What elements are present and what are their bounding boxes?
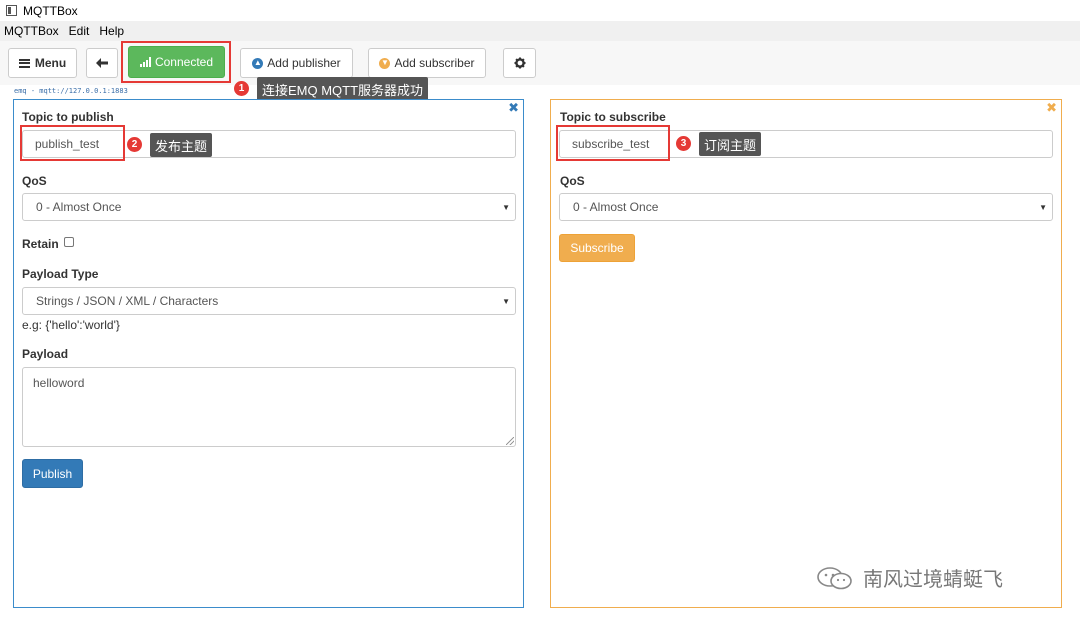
annotation-badge-2: 2 xyxy=(127,137,142,152)
chevron-down-icon: ▼ xyxy=(502,297,510,306)
add-subscriber-label: Add subscriber xyxy=(394,56,475,70)
payload-hint: e.g: {'hello':'world'} xyxy=(22,318,120,332)
payload-label: Payload xyxy=(22,347,69,361)
connected-button[interactable]: Connected xyxy=(128,46,225,78)
publish-qos-label: QoS xyxy=(22,174,47,188)
publish-topic-label: Topic to publish xyxy=(22,110,114,124)
arrow-down-circle-icon: ▼ xyxy=(379,57,391,69)
arrow-left-icon xyxy=(96,58,108,68)
annotation-badge-1: 1 xyxy=(234,81,249,96)
retain-label: Retain xyxy=(22,237,59,251)
publish-qos-value: 0 - Almost Once xyxy=(36,200,122,214)
chevron-down-icon: ▼ xyxy=(502,203,510,212)
subscribe-qos-select[interactable]: 0 - Almost Once ▼ xyxy=(559,193,1053,221)
annotation-callout-3: 订阅主题 xyxy=(699,132,762,156)
payload-textarea[interactable]: helloword xyxy=(22,367,516,447)
annotation-callout-1: 连接EMQ MQTT服务器成功 xyxy=(257,77,429,101)
menu-edit[interactable]: Edit xyxy=(68,24,91,38)
subscribe-topic-label: Topic to subscribe xyxy=(560,110,666,124)
resize-grip-icon[interactable] xyxy=(506,437,514,445)
watermark-text: 南风过境蜻蜓飞 xyxy=(863,569,1003,591)
annotation-badge-3: 3 xyxy=(676,136,691,151)
payload-type-select[interactable]: Strings / JSON / XML / Characters ▼ xyxy=(22,287,516,315)
subscribe-qos-label: QoS xyxy=(560,174,585,188)
payload-value: helloword xyxy=(33,376,85,390)
subscribe-button[interactable]: Subscribe xyxy=(559,234,635,262)
menu-button[interactable]: Menu xyxy=(8,48,77,78)
back-button[interactable] xyxy=(86,48,118,78)
close-subscriber-icon[interactable]: ✖ xyxy=(1046,101,1057,114)
publish-topic-input[interactable]: publish_test xyxy=(22,130,516,158)
publish-button[interactable]: Publish xyxy=(22,459,83,488)
subscribe-qos-value: 0 - Almost Once xyxy=(573,200,659,214)
window-title: MQTTBox xyxy=(23,3,78,18)
retain-checkbox[interactable] xyxy=(64,237,74,247)
signal-icon xyxy=(139,57,152,67)
payload-type-value: Strings / JSON / XML / Characters xyxy=(36,294,219,308)
connected-button-label: Connected xyxy=(154,55,214,69)
add-publisher-button[interactable]: ▲ Add publisher xyxy=(240,48,353,78)
publisher-panel: ✖ Topic to publish publish_test QoS 0 - … xyxy=(13,99,524,608)
arrow-up-circle-icon: ▲ xyxy=(252,57,264,69)
chevron-down-icon: ▼ xyxy=(1039,203,1047,212)
gear-icon xyxy=(514,57,525,69)
app-icon xyxy=(6,5,17,16)
menu-button-label: Menu xyxy=(34,56,67,70)
add-publisher-label: Add publisher xyxy=(267,56,341,70)
menu-help[interactable]: Help xyxy=(98,24,125,38)
wechat-icon xyxy=(817,566,852,589)
close-publisher-icon[interactable]: ✖ xyxy=(508,101,519,114)
watermark: 南风过境蜻蜓飞 xyxy=(815,563,1003,592)
menu-mqttbox[interactable]: MQTTBox xyxy=(3,24,60,38)
annotation-callout-2: 发布主题 xyxy=(150,133,213,157)
window-titlebar: MQTTBox xyxy=(0,0,1080,21)
menubar: MQTTBox Edit Help xyxy=(0,21,1080,41)
subscribe-topic-input[interactable]: subscribe_test xyxy=(559,130,1053,158)
toolbar: Menu Connected ▲ Add publisher ▼ Add sub… xyxy=(0,41,1080,85)
connection-label: emq - mqtt://127.0.0.1:1883 xyxy=(14,87,128,95)
hamburger-icon xyxy=(18,58,30,68)
settings-button[interactable] xyxy=(503,48,536,78)
add-subscriber-button[interactable]: ▼ Add subscriber xyxy=(368,48,486,78)
publish-qos-select[interactable]: 0 - Almost Once ▼ xyxy=(22,193,516,221)
subscriber-panel: ✖ Topic to subscribe subscribe_test QoS … xyxy=(550,99,1062,608)
payload-type-label: Payload Type xyxy=(22,267,99,281)
